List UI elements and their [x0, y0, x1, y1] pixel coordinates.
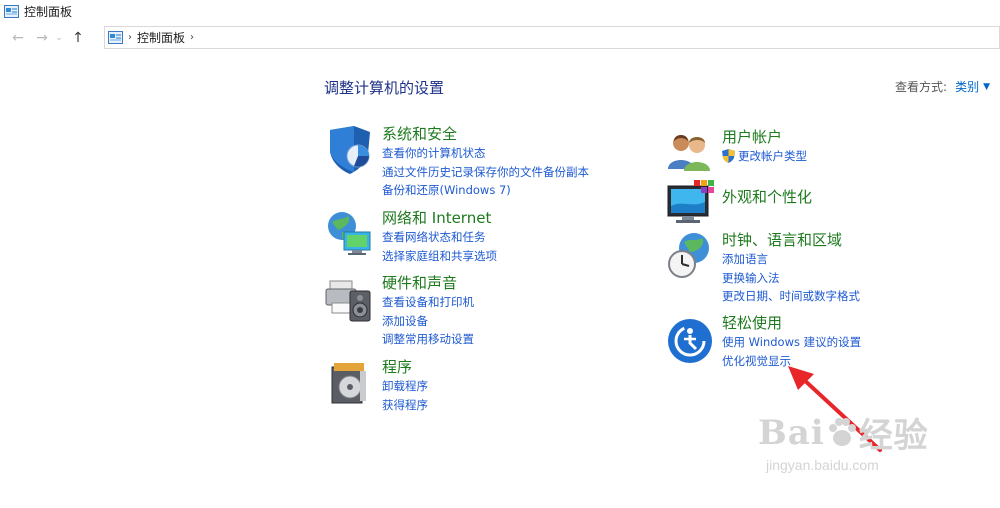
link-get-programs[interactable]: 获得程序: [382, 396, 428, 415]
printer-speaker-icon[interactable]: [324, 273, 376, 325]
uac-shield-icon: [722, 149, 735, 164]
category-hardware-sound: 硬件和声音 查看设备和打印机 添加设备 调整常用移动设置: [324, 273, 474, 349]
category-network-internet: 网络和 Internet 查看网络状态和任务 选择家庭组和共享选项: [324, 208, 497, 265]
category-appearance: 外观和个性化: [664, 178, 812, 230]
paw-icon: [828, 417, 856, 446]
watermark-url: jingyan.baidu.com: [766, 457, 879, 473]
category-programs: 程序 卸载程序 获得程序: [324, 357, 428, 414]
link-backup-restore[interactable]: 备份和还原(Windows 7): [382, 181, 589, 200]
breadcrumb-separator[interactable]: ›: [190, 32, 194, 43]
link-windows-recommended-settings[interactable]: 使用 Windows 建议的设置: [722, 333, 861, 352]
address-bar[interactable]: › 控制面板 ›: [104, 26, 1000, 49]
link-add-device[interactable]: 添加设备: [382, 312, 474, 331]
link-homegroup-sharing[interactable]: 选择家庭组和共享选项: [382, 247, 497, 266]
window-title: 控制面板: [24, 4, 73, 19]
link-change-account-type[interactable]: 更改帐户类型: [738, 147, 807, 166]
view-by-label: 查看方式:: [895, 80, 948, 94]
view-by-value[interactable]: 类别: [955, 78, 979, 95]
category-title[interactable]: 硬件和声音: [382, 273, 474, 293]
ease-of-access-icon[interactable]: [664, 313, 716, 365]
link-devices-printers[interactable]: 查看设备和打印机: [382, 293, 474, 312]
link-uninstall-program[interactable]: 卸载程序: [382, 377, 428, 396]
link-change-input-method[interactable]: 更换输入法: [722, 269, 860, 288]
clock-globe-icon[interactable]: [664, 230, 716, 282]
watermark-brand-cn: 经验: [858, 416, 929, 456]
recent-locations-dropdown[interactable]: ⌄: [53, 27, 65, 49]
category-title[interactable]: 用户帐户: [722, 127, 807, 147]
category-title[interactable]: 网络和 Internet: [382, 208, 497, 228]
shield-icon[interactable]: [324, 124, 376, 176]
category-ease-of-access: 轻松使用 使用 Windows 建议的设置 优化视觉显示: [664, 313, 861, 370]
control-panel-icon: [4, 4, 19, 18]
link-view-computer-status[interactable]: 查看你的计算机状态: [382, 144, 589, 163]
baidu-watermark: Bai 经验 jingyan.baidu.com: [758, 408, 929, 474]
title-bar: 控制面板: [0, 0, 1000, 22]
link-row: 更改帐户类型: [722, 147, 807, 166]
users-icon[interactable]: [664, 127, 716, 179]
annotation-arrow-icon: [788, 366, 882, 452]
link-file-history-backup[interactable]: 通过文件历史记录保存你的文件备份副本: [382, 163, 589, 182]
up-button[interactable]: ↑: [67, 27, 89, 49]
network-globe-icon[interactable]: [324, 208, 376, 260]
forward-button[interactable]: →: [31, 27, 53, 49]
category-title[interactable]: 时钟、语言和区域: [722, 230, 860, 250]
programs-disc-icon[interactable]: [324, 357, 376, 409]
page-title: 调整计算机的设置: [324, 79, 445, 97]
breadcrumb-control-panel[interactable]: 控制面板: [137, 29, 185, 46]
control-panel-icon: [108, 31, 123, 44]
link-network-status[interactable]: 查看网络状态和任务: [382, 228, 497, 247]
category-clock-language-region: 时钟、语言和区域 添加语言 更换输入法 更改日期、时间或数字格式: [664, 230, 860, 306]
category-title[interactable]: 外观和个性化: [722, 187, 812, 207]
category-system-security: 系统和安全 查看你的计算机状态 通过文件历史记录保存你的文件备份副本 备份和还原…: [324, 124, 589, 200]
chevron-down-icon[interactable]: ▼: [983, 82, 990, 92]
watermark-brand: Bai: [758, 412, 825, 453]
link-mobility-settings[interactable]: 调整常用移动设置: [382, 330, 474, 349]
watermark-logo: Bai 经验: [758, 408, 929, 457]
view-by-selector[interactable]: 查看方式: 类别 ▼: [895, 78, 990, 95]
category-title[interactable]: 轻松使用: [722, 313, 861, 333]
breadcrumb-separator[interactable]: ›: [128, 32, 132, 43]
category-user-accounts: 用户帐户 更改帐户类型: [664, 127, 807, 179]
link-add-language[interactable]: 添加语言: [722, 250, 860, 269]
category-title[interactable]: 程序: [382, 357, 428, 377]
category-title[interactable]: 系统和安全: [382, 124, 589, 144]
back-button[interactable]: ←: [7, 27, 29, 49]
monitor-palette-icon[interactable]: [664, 178, 716, 230]
navigation-bar: ← → ⌄ ↑ › 控制面板 ›: [0, 26, 1000, 50]
link-optimize-visual-display[interactable]: 优化视觉显示: [722, 352, 861, 371]
link-date-time-format[interactable]: 更改日期、时间或数字格式: [722, 287, 860, 306]
